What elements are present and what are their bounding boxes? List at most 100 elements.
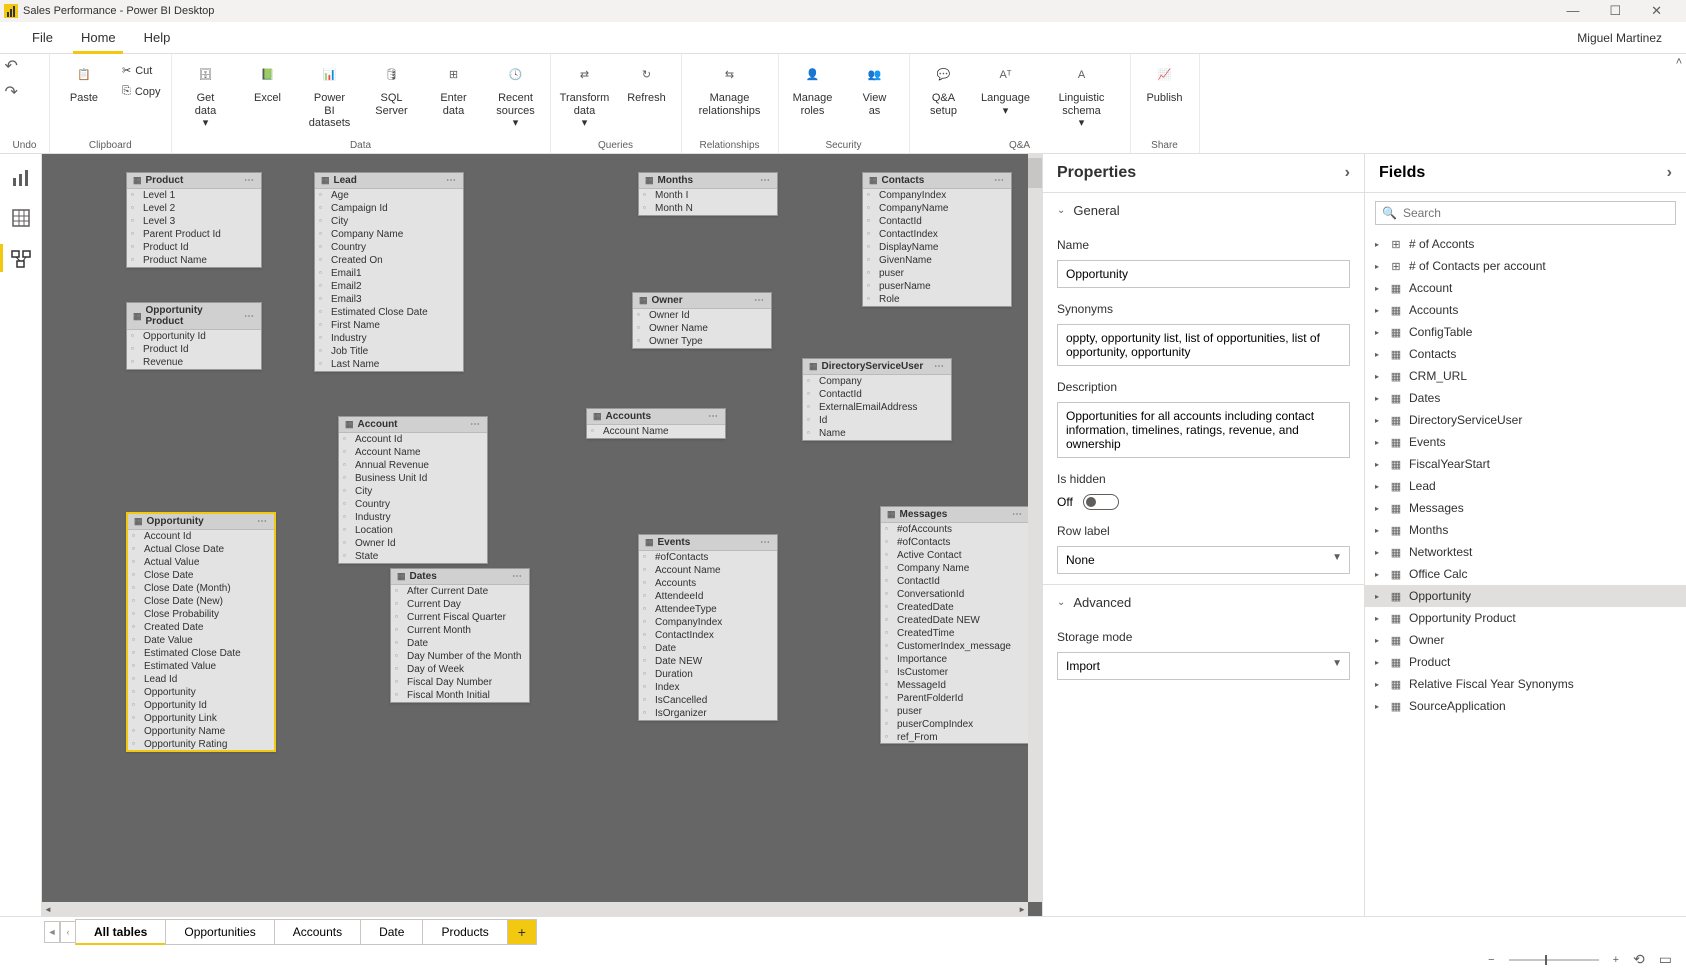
table-column[interactable]: Product Name [127, 254, 261, 267]
table-column[interactable]: Created On [315, 254, 463, 267]
model-canvas[interactable]: Product⋯Level 1Level 2Level 3Parent Prod… [42, 154, 1042, 916]
table-column[interactable]: Account Name [587, 425, 725, 438]
field-directoryserviceuser[interactable]: ▸▦DirectoryServiceUser [1365, 409, 1686, 431]
report-view-icon[interactable] [11, 168, 31, 188]
data-view-icon[interactable] [11, 208, 31, 228]
table-column[interactable]: ContactIndex [639, 629, 777, 642]
maximize-button[interactable]: ☐ [1609, 3, 1621, 19]
table-column[interactable]: Id [803, 414, 951, 427]
table-column[interactable]: Email3 [315, 293, 463, 306]
excel-button[interactable]: 📗Excel [240, 56, 296, 105]
table-column[interactable]: Created Date [128, 621, 274, 634]
table-column[interactable]: Current Day [391, 598, 529, 611]
table-menu-icon[interactable]: ⋯ [257, 516, 268, 527]
table-column[interactable]: Business Unit Id [339, 472, 487, 485]
field-opportunity[interactable]: ▸▦Opportunity [1365, 585, 1686, 607]
table-menu-icon[interactable]: ⋯ [760, 537, 771, 548]
field-sourceapplication[interactable]: ▸▦SourceApplication [1365, 695, 1686, 717]
table-column[interactable]: Campaign Id [315, 202, 463, 215]
menu-file[interactable]: File [18, 22, 67, 53]
table-column[interactable]: Country [339, 498, 487, 511]
fit-to-page-icon[interactable]: ⟲ [1633, 951, 1645, 968]
table-column[interactable]: ref_From [881, 731, 1029, 743]
table-column[interactable]: Close Date (New) [128, 595, 274, 608]
table-column[interactable]: Job Title [315, 345, 463, 358]
table-column[interactable]: Opportunity Id [128, 699, 274, 712]
close-button[interactable]: ✕ [1651, 3, 1662, 19]
menu-home[interactable]: Home [67, 22, 130, 53]
get-data--button[interactable]: 🗄Getdata▾ [178, 56, 234, 130]
refresh-button[interactable]: ↻Refresh [619, 56, 675, 105]
table-menu-icon[interactable]: ⋯ [708, 411, 719, 422]
table-column[interactable]: AttendeeId [639, 590, 777, 603]
undo-button[interactable]: ↶ [5, 56, 18, 76]
table-column[interactable]: Age [315, 189, 463, 202]
table-menu-icon[interactable]: ⋯ [934, 361, 945, 372]
table-column[interactable]: Opportunity Link [128, 712, 274, 725]
table-column[interactable]: Level 2 [127, 202, 261, 215]
table-column[interactable]: State [339, 550, 487, 563]
manage-roles-button[interactable]: 👤Manageroles [785, 56, 841, 117]
cut-button[interactable]: ✂Cut [118, 62, 165, 79]
table-column[interactable]: ContactId [803, 388, 951, 401]
table-column[interactable]: Account Name [339, 446, 487, 459]
signed-in-user[interactable]: Miguel Martinez [1577, 31, 1668, 45]
table-column[interactable]: Actual Close Date [128, 543, 274, 556]
description-input[interactable]: Opportunities for all accounts including… [1057, 402, 1350, 458]
table-column[interactable]: Account Id [128, 530, 274, 543]
field--of-acconts[interactable]: ▸⊞# of Acconts [1365, 233, 1686, 255]
field-dates[interactable]: ▸▦Dates [1365, 387, 1686, 409]
table-column[interactable]: Industry [315, 332, 463, 345]
table-column[interactable]: Estimated Value [128, 660, 274, 673]
table-menu-icon[interactable]: ⋯ [244, 175, 255, 186]
table-product[interactable]: Product⋯Level 1Level 2Level 3Parent Prod… [126, 172, 262, 268]
table-column[interactable]: Day of Week [391, 663, 529, 676]
table-column[interactable]: Product Id [127, 241, 261, 254]
table-menu-icon[interactable]: ⋯ [760, 175, 771, 186]
field-office-calc[interactable]: ▸▦Office Calc [1365, 563, 1686, 585]
table-column[interactable]: Month N [639, 202, 777, 215]
table-column[interactable]: Date [391, 637, 529, 650]
table-column[interactable]: puserName [863, 280, 1011, 293]
table-column[interactable]: Level 3 [127, 215, 261, 228]
fields-collapse-icon[interactable]: › [1667, 164, 1672, 182]
table-column[interactable]: Revenue [127, 356, 261, 369]
zoom-slider[interactable] [1509, 959, 1599, 961]
table-column[interactable]: puser [863, 267, 1011, 280]
tab-nav-prev[interactable]: ‹ [60, 921, 76, 943]
table-column[interactable]: Location [339, 524, 487, 537]
publish-button[interactable]: 📈Publish [1137, 56, 1193, 105]
table-column[interactable]: Owner Id [339, 537, 487, 550]
table-menu-icon[interactable]: ⋯ [1012, 509, 1023, 520]
add-tab-button[interactable]: + [507, 919, 537, 945]
table-column[interactable]: Industry [339, 511, 487, 524]
table-column[interactable]: Close Date (Month) [128, 582, 274, 595]
ribbon-collapse-button[interactable]: ˄ [1672, 54, 1686, 153]
table-column[interactable]: #ofContacts [881, 536, 1029, 549]
table-menu-icon[interactable]: ⋯ [754, 295, 765, 306]
table-column[interactable]: Month I [639, 189, 777, 202]
table-dates[interactable]: Dates⋯After Current DateCurrent DayCurre… [390, 568, 530, 703]
table-column[interactable]: CreatedDate NEW [881, 614, 1029, 627]
table-column[interactable]: Parent Product Id [127, 228, 261, 241]
table-column[interactable]: Opportunity [128, 686, 274, 699]
table-column[interactable]: Fiscal Day Number [391, 676, 529, 689]
table-column[interactable]: Opportunity Id [127, 330, 261, 343]
table-menu-icon[interactable]: ⋯ [994, 175, 1005, 186]
table-column[interactable]: Close Probability [128, 608, 274, 621]
table-months[interactable]: Months⋯Month IMonth N [638, 172, 778, 216]
redo-button[interactable]: ↷ [5, 82, 18, 102]
table-column[interactable]: Account Id [339, 433, 487, 446]
enter-data-button[interactable]: ⊞Enterdata [426, 56, 482, 117]
field--of-contacts-per-account[interactable]: ▸⊞# of Contacts per account [1365, 255, 1686, 277]
table-column[interactable]: Opportunity Rating [128, 738, 274, 750]
table-opportunity[interactable]: Opportunity⋯Account IdActual Close DateA… [126, 512, 276, 752]
tab-products[interactable]: Products [422, 919, 507, 945]
fit-width-icon[interactable]: ▭ [1659, 951, 1672, 968]
table-column[interactable]: GivenName [863, 254, 1011, 267]
table-column[interactable]: AttendeeType [639, 603, 777, 616]
table-lead[interactable]: Lead⋯AgeCampaign IdCityCompany NameCount… [314, 172, 464, 372]
table-column[interactable]: Owner Name [633, 322, 771, 335]
table-column[interactable]: CreatedDate [881, 601, 1029, 614]
table-column[interactable]: Level 1 [127, 189, 261, 202]
